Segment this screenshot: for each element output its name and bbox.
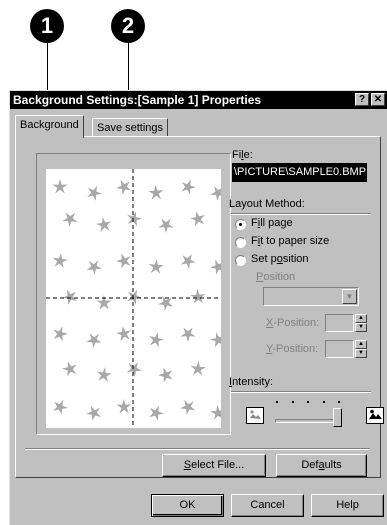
radio-fill-page[interactable] <box>235 219 246 230</box>
pattern-star <box>52 253 68 269</box>
pattern-star <box>180 253 196 269</box>
intensity-label: Intensity: <box>229 376 274 388</box>
close-title-button[interactable]: ✕ <box>371 93 385 106</box>
pattern-star <box>210 405 221 420</box>
pattern-star <box>210 332 221 348</box>
pattern-star <box>116 399 132 414</box>
ok-button[interactable]: OK <box>151 494 224 517</box>
pattern-star <box>53 326 68 342</box>
properties-dialog: Background Settings:[Sample 1] Propertie… <box>9 90 387 525</box>
pattern-star <box>158 218 174 233</box>
title-bar: Background Settings:[Sample 1] Propertie… <box>10 91 387 109</box>
intensity-divider <box>231 391 371 393</box>
intensity-slider-track[interactable] <box>275 419 339 423</box>
pattern-star <box>190 361 206 376</box>
layout-method-label: Layout Method: <box>229 198 305 210</box>
window-title: Background Settings:[Sample 1] Propertie… <box>13 93 262 107</box>
set-position-label[interactable]: Set position <box>251 253 309 265</box>
pattern-star <box>96 295 112 310</box>
pattern-star <box>86 260 102 275</box>
pattern-star <box>190 289 206 304</box>
file-path-field[interactable]: \PICTURE\SAMPLE0.BMP <box>232 163 367 182</box>
callout-1: 1 <box>30 9 64 43</box>
pattern-star <box>148 259 164 274</box>
position-dropdown[interactable]: ▼ <box>263 287 359 306</box>
intensity-tick <box>276 401 278 403</box>
pattern-star <box>116 326 132 342</box>
fit-to-paper-label[interactable]: Fit to paper size <box>251 235 329 247</box>
pattern-star <box>148 185 164 200</box>
pattern-star <box>116 179 132 195</box>
pattern-star <box>96 367 112 382</box>
pattern-star <box>158 367 173 383</box>
pattern-star <box>52 179 68 194</box>
x-position-up-button[interactable]: ▲ <box>355 314 367 323</box>
y-position-field[interactable] <box>325 340 354 358</box>
close-icon: ✕ <box>373 94 383 105</box>
file-label: File: <box>232 149 253 161</box>
pattern-star <box>96 217 112 233</box>
intensity-tick <box>291 401 294 403</box>
tab-save-settings[interactable]: Save settings <box>92 118 169 138</box>
pattern-star <box>116 253 131 269</box>
tab-background[interactable]: Background <box>15 115 84 138</box>
chevron-down-icon[interactable]: ▼ <box>342 289 357 304</box>
pattern-star <box>210 259 221 275</box>
pattern-star <box>86 405 101 421</box>
help-title-button[interactable]: ? <box>355 93 369 106</box>
pattern-star <box>180 327 196 342</box>
preview-image <box>46 169 221 428</box>
layout-method-divider <box>231 213 371 215</box>
pattern-star <box>127 211 142 227</box>
fill-page-label[interactable]: Fill page <box>251 217 293 229</box>
x-position-down-button[interactable]: ▼ <box>355 323 367 332</box>
position-label: Position <box>256 271 296 283</box>
y-position-up-button[interactable]: ▲ <box>355 340 367 349</box>
tab-panel-background <box>15 136 381 478</box>
pattern-star <box>127 289 142 305</box>
pattern-star <box>53 399 68 415</box>
picture-dark-icon <box>366 407 384 424</box>
pattern-star <box>210 186 221 201</box>
pattern-star <box>181 179 196 195</box>
intensity-slider-thumb[interactable] <box>333 408 342 427</box>
defaults-button[interactable]: Defaults <box>276 454 367 477</box>
picture-light-icon <box>246 407 264 424</box>
pattern-star <box>126 362 142 377</box>
intensity-tick <box>307 401 309 403</box>
pattern-star <box>87 185 102 201</box>
pattern-star <box>149 332 164 348</box>
pattern-star <box>62 212 78 227</box>
x-position-field[interactable] <box>325 314 354 332</box>
y-position-label: Y-Position: <box>266 343 319 355</box>
pattern-star <box>149 405 164 421</box>
pattern-star <box>180 399 196 415</box>
pattern-star <box>86 333 102 348</box>
x-position-label: X-Position: <box>266 317 320 329</box>
pattern-star <box>62 289 77 305</box>
preview-frame <box>36 153 231 435</box>
radio-set-position[interactable] <box>235 255 246 266</box>
cancel-button[interactable]: Cancel <box>231 494 304 517</box>
callout-2: 2 <box>111 9 145 43</box>
intensity-tick <box>338 401 340 403</box>
intensity-tick <box>322 401 325 403</box>
pattern-star <box>62 361 77 377</box>
radio-fit-to-paper[interactable] <box>235 237 246 248</box>
help-button[interactable]: Help <box>311 494 384 517</box>
select-file-button[interactable]: Select File... <box>162 454 266 477</box>
bottom-separator <box>25 448 370 450</box>
y-position-down-button[interactable]: ▼ <box>355 349 367 358</box>
pattern-star <box>190 211 205 227</box>
